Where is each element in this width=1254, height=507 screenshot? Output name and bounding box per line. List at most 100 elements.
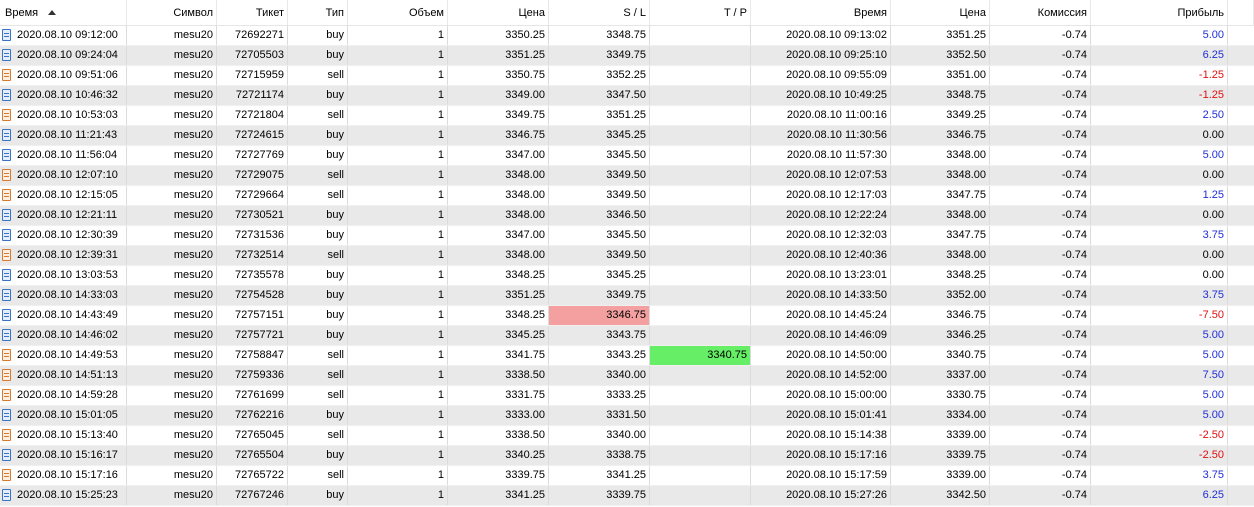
sl-cell: 3340.00 bbox=[549, 426, 650, 445]
ticket-cell: 72758847 bbox=[217, 346, 288, 365]
close-price-cell: 3339.75 bbox=[891, 446, 990, 465]
volume-cell: 1 bbox=[348, 106, 448, 125]
volume-cell: 1 bbox=[348, 86, 448, 105]
commission-cell: -0.74 bbox=[990, 146, 1091, 165]
close-time-cell: 2020.08.10 15:27:26 bbox=[751, 486, 891, 505]
time-value: 2020.08.10 12:07:10 bbox=[17, 169, 118, 181]
close-price-cell: 3346.75 bbox=[891, 306, 990, 325]
table-row[interactable]: 2020.08.10 12:15:05 mesu20 72729664 sell 1 33… bbox=[0, 186, 1254, 206]
close-price-cell: 3339.00 bbox=[891, 466, 990, 485]
ticket-cell: 72765722 bbox=[217, 466, 288, 485]
table-row[interactable]: 2020.08.10 14:43:49 mesu20 72757151 buy 1 334… bbox=[0, 306, 1254, 326]
type-cell: buy bbox=[288, 126, 348, 145]
close-time-cell: 2020.08.10 12:22:24 bbox=[751, 206, 891, 225]
table-row[interactable]: 2020.08.10 13:03:53 mesu20 72735578 buy 1 334… bbox=[0, 266, 1254, 286]
table-row[interactable]: 2020.08.10 09:12:00 mesu20 72692271 buy 1 335… bbox=[0, 26, 1254, 46]
table-row[interactable]: 2020.08.10 09:51:06 mesu20 72715959 sell 1 33… bbox=[0, 66, 1254, 86]
column-header-close-price[interactable]: Цена bbox=[891, 0, 990, 25]
row-spacer bbox=[1228, 346, 1254, 365]
tp-cell bbox=[650, 186, 751, 205]
table-row[interactable]: 2020.08.10 15:17:16 mesu20 72765722 sell 1 33… bbox=[0, 466, 1254, 486]
table-row[interactable]: 2020.08.10 14:33:03 mesu20 72754528 buy 1 335… bbox=[0, 286, 1254, 306]
column-header-sl[interactable]: S / L bbox=[549, 0, 650, 25]
commission-cell: -0.74 bbox=[990, 426, 1091, 445]
buy-deal-icon bbox=[2, 489, 11, 501]
time-value: 2020.08.10 14:33:03 bbox=[17, 289, 118, 301]
table-row[interactable]: 2020.08.10 11:56:04 mesu20 72727769 buy 1 334… bbox=[0, 146, 1254, 166]
time-cell: 2020.08.10 12:15:05 bbox=[0, 186, 127, 205]
table-row[interactable]: 2020.08.10 11:21:43 mesu20 72724615 buy 1 334… bbox=[0, 126, 1254, 146]
column-header-profit[interactable]: Прибыль bbox=[1091, 0, 1228, 25]
close-time-cell: 2020.08.10 14:50:00 bbox=[751, 346, 891, 365]
row-spacer bbox=[1228, 226, 1254, 245]
symbol-cell: mesu20 bbox=[127, 106, 217, 125]
sl-cell: 3343.75 bbox=[549, 326, 650, 345]
sl-cell: 3352.25 bbox=[549, 66, 650, 85]
column-header-close-time[interactable]: Время bbox=[751, 0, 891, 25]
sell-deal-icon bbox=[2, 469, 11, 481]
ticket-cell: 72757721 bbox=[217, 326, 288, 345]
column-header-volume[interactable]: Объем bbox=[348, 0, 448, 25]
table-row[interactable]: 2020.08.10 12:21:11 mesu20 72730521 buy 1 334… bbox=[0, 206, 1254, 226]
table-row[interactable]: 2020.08.10 14:49:53 mesu20 72758847 sell 1 33… bbox=[0, 346, 1254, 366]
tp-cell: 3340.75 bbox=[650, 346, 751, 365]
commission-cell: -0.74 bbox=[990, 266, 1091, 285]
table-row[interactable]: 2020.08.10 12:07:10 mesu20 72729075 sell 1 33… bbox=[0, 166, 1254, 186]
sl-cell: 3347.50 bbox=[549, 86, 650, 105]
sell-deal-icon bbox=[2, 189, 11, 201]
ticket-cell: 72729075 bbox=[217, 166, 288, 185]
buy-deal-icon bbox=[2, 129, 11, 141]
time-cell: 2020.08.10 09:12:00 bbox=[0, 26, 127, 45]
price-cell: 3339.75 bbox=[448, 466, 549, 485]
time-cell: 2020.08.10 14:43:49 bbox=[0, 306, 127, 325]
commission-cell: -0.74 bbox=[990, 26, 1091, 45]
time-cell: 2020.08.10 14:46:02 bbox=[0, 326, 127, 345]
table-row[interactable]: 2020.08.10 15:13:40 mesu20 72765045 sell 1 33… bbox=[0, 426, 1254, 446]
sl-cell: 3339.75 bbox=[549, 486, 650, 505]
table-row[interactable]: 2020.08.10 12:30:39 mesu20 72731536 buy 1 334… bbox=[0, 226, 1254, 246]
price-cell: 3350.75 bbox=[448, 66, 549, 85]
type-cell: sell bbox=[288, 246, 348, 265]
time-cell: 2020.08.10 10:46:32 bbox=[0, 86, 127, 105]
volume-cell: 1 bbox=[348, 66, 448, 85]
tp-cell bbox=[650, 246, 751, 265]
column-header-symbol[interactable]: Символ bbox=[127, 0, 217, 25]
row-spacer bbox=[1228, 126, 1254, 145]
table-row[interactable]: 2020.08.10 15:16:17 mesu20 72765504 buy 1 334… bbox=[0, 446, 1254, 466]
table-row[interactable]: 2020.08.10 15:01:05 mesu20 72762216 buy 1 333… bbox=[0, 406, 1254, 426]
table-row[interactable]: 2020.08.10 15:25:23 mesu20 72767246 buy 1 334… bbox=[0, 486, 1254, 506]
column-header-type[interactable]: Тип bbox=[288, 0, 348, 25]
row-spacer bbox=[1228, 266, 1254, 285]
table-row[interactable]: 2020.08.10 14:59:28 mesu20 72761699 sell 1 33… bbox=[0, 386, 1254, 406]
volume-cell: 1 bbox=[348, 406, 448, 425]
tp-cell bbox=[650, 386, 751, 405]
table-row[interactable]: 2020.08.10 10:53:03 mesu20 72721804 sell 1 33… bbox=[0, 106, 1254, 126]
sl-cell: 3331.50 bbox=[549, 406, 650, 425]
sell-deal-icon bbox=[2, 349, 11, 361]
sl-cell: 3345.50 bbox=[549, 146, 650, 165]
time-value: 2020.08.10 14:49:53 bbox=[17, 349, 118, 361]
column-header-time[interactable]: Время bbox=[0, 0, 127, 25]
table-row[interactable]: 2020.08.10 09:24:04 mesu20 72705503 buy 1 335… bbox=[0, 46, 1254, 66]
symbol-cell: mesu20 bbox=[127, 86, 217, 105]
table-row[interactable]: 2020.08.10 14:51:13 mesu20 72759336 sell 1 33… bbox=[0, 366, 1254, 386]
time-value: 2020.08.10 15:16:17 bbox=[17, 449, 118, 461]
close-price-cell: 3352.50 bbox=[891, 46, 990, 65]
close-price-cell: 3342.50 bbox=[891, 486, 990, 505]
volume-cell: 1 bbox=[348, 186, 448, 205]
table-row[interactable]: 2020.08.10 10:46:32 mesu20 72721174 buy 1 334… bbox=[0, 86, 1254, 106]
profit-cell: 0.00 bbox=[1091, 166, 1228, 185]
table-row[interactable]: 2020.08.10 14:46:02 mesu20 72757721 buy 1 334… bbox=[0, 326, 1254, 346]
ticket-cell: 72715959 bbox=[217, 66, 288, 85]
column-header-tp[interactable]: T / P bbox=[650, 0, 751, 25]
symbol-cell: mesu20 bbox=[127, 406, 217, 425]
column-header-commission[interactable]: Комиссия bbox=[990, 0, 1091, 25]
ticket-cell: 72759336 bbox=[217, 366, 288, 385]
price-cell: 3341.25 bbox=[448, 486, 549, 505]
table-row[interactable]: 2020.08.10 12:39:31 mesu20 72732514 sell 1 33… bbox=[0, 246, 1254, 266]
column-header-ticket[interactable]: Тикет bbox=[217, 0, 288, 25]
type-cell: buy bbox=[288, 326, 348, 345]
price-cell: 3349.75 bbox=[448, 106, 549, 125]
volume-cell: 1 bbox=[348, 286, 448, 305]
column-header-price[interactable]: Цена bbox=[448, 0, 549, 25]
